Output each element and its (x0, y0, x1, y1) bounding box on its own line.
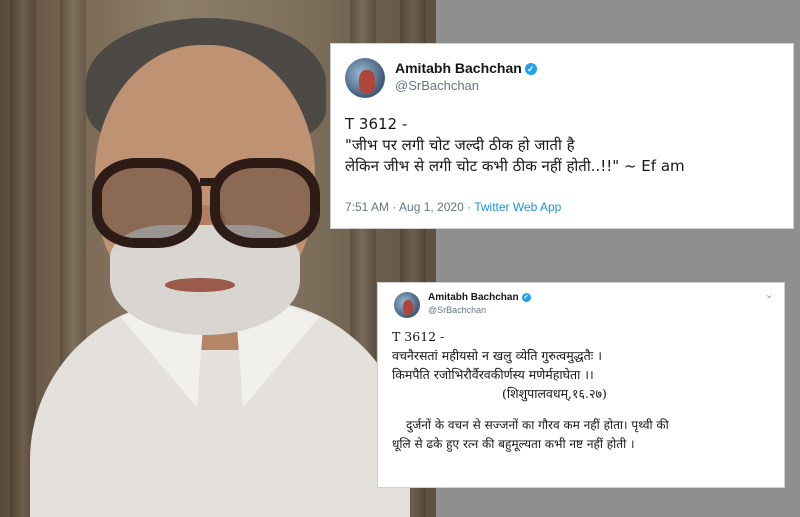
author-handle[interactable]: @SrBachchan (428, 305, 486, 315)
translation-line: दुर्जनों के वचन से सज्जनों का गौरव कम नह… (406, 418, 669, 432)
verified-badge-icon: ✓ (521, 293, 531, 302)
tweet-text: T 3612 - "जीभ पर लगी चोट जल्दी ठीक हो जा… (345, 114, 785, 177)
tweet-line: "जीभ पर लगी चोट जल्दी ठीक हो जाती है (345, 136, 575, 154)
author-name[interactable]: Amitabh Bachchan ✓ (428, 292, 531, 303)
author-handle[interactable]: @SrBachchan (395, 78, 479, 93)
verified-badge-icon: ✓ (524, 63, 537, 75)
verse-reference: (शिशुपालवधम्,१६.२७) (502, 386, 607, 401)
tweet-metadata: 7:51 AM · Aug 1, 2020 · Twitter Web App (345, 200, 561, 214)
author-name-text: Amitabh Bachchan (395, 60, 522, 76)
tweet-card-bottom[interactable]: Amitabh Bachchan ✓ @SrBachchan ⌄ T 3612 -… (378, 283, 784, 487)
glasses-right-lens (210, 158, 320, 248)
tweet-line: T 3612 - (392, 329, 445, 344)
mouth (165, 278, 235, 292)
verse-line: किमपैति रजोभिरौर्वैरवकीर्णस्य मणेर्महाघे… (392, 367, 594, 382)
author-name-text: Amitabh Bachchan (428, 292, 519, 303)
glasses-left-lens (92, 158, 202, 248)
avatar[interactable] (394, 292, 420, 318)
tweet-text: T 3612 - वचनैरसतां महीयसो न खलु व्येति ग… (392, 327, 777, 454)
tweet-timestamp[interactable]: 7:51 AM · Aug 1, 2020 · (345, 200, 474, 214)
chevron-down-icon[interactable]: ⌄ (765, 288, 774, 301)
tweet-card-top[interactable]: Amitabh Bachchan ✓ @SrBachchan T 3612 - "… (331, 44, 793, 228)
source-app-link[interactable]: Twitter Web App (474, 200, 561, 214)
glasses-bridge (200, 178, 222, 186)
author-name[interactable]: Amitabh Bachchan ✓ (395, 60, 537, 76)
tweet-line: लेकिन जीभ से लगी चोट कभी ठीक नहीं होती..… (345, 157, 685, 175)
avatar[interactable] (345, 58, 385, 98)
translation-line: धूलि से ढके हुए रत्न की बहुमूल्यता कभी न… (392, 437, 635, 451)
tweet-line: T 3612 - (345, 115, 408, 133)
verse-line: वचनैरसतां महीयसो न खलु व्येति गुरुत्वमुद… (392, 348, 603, 363)
